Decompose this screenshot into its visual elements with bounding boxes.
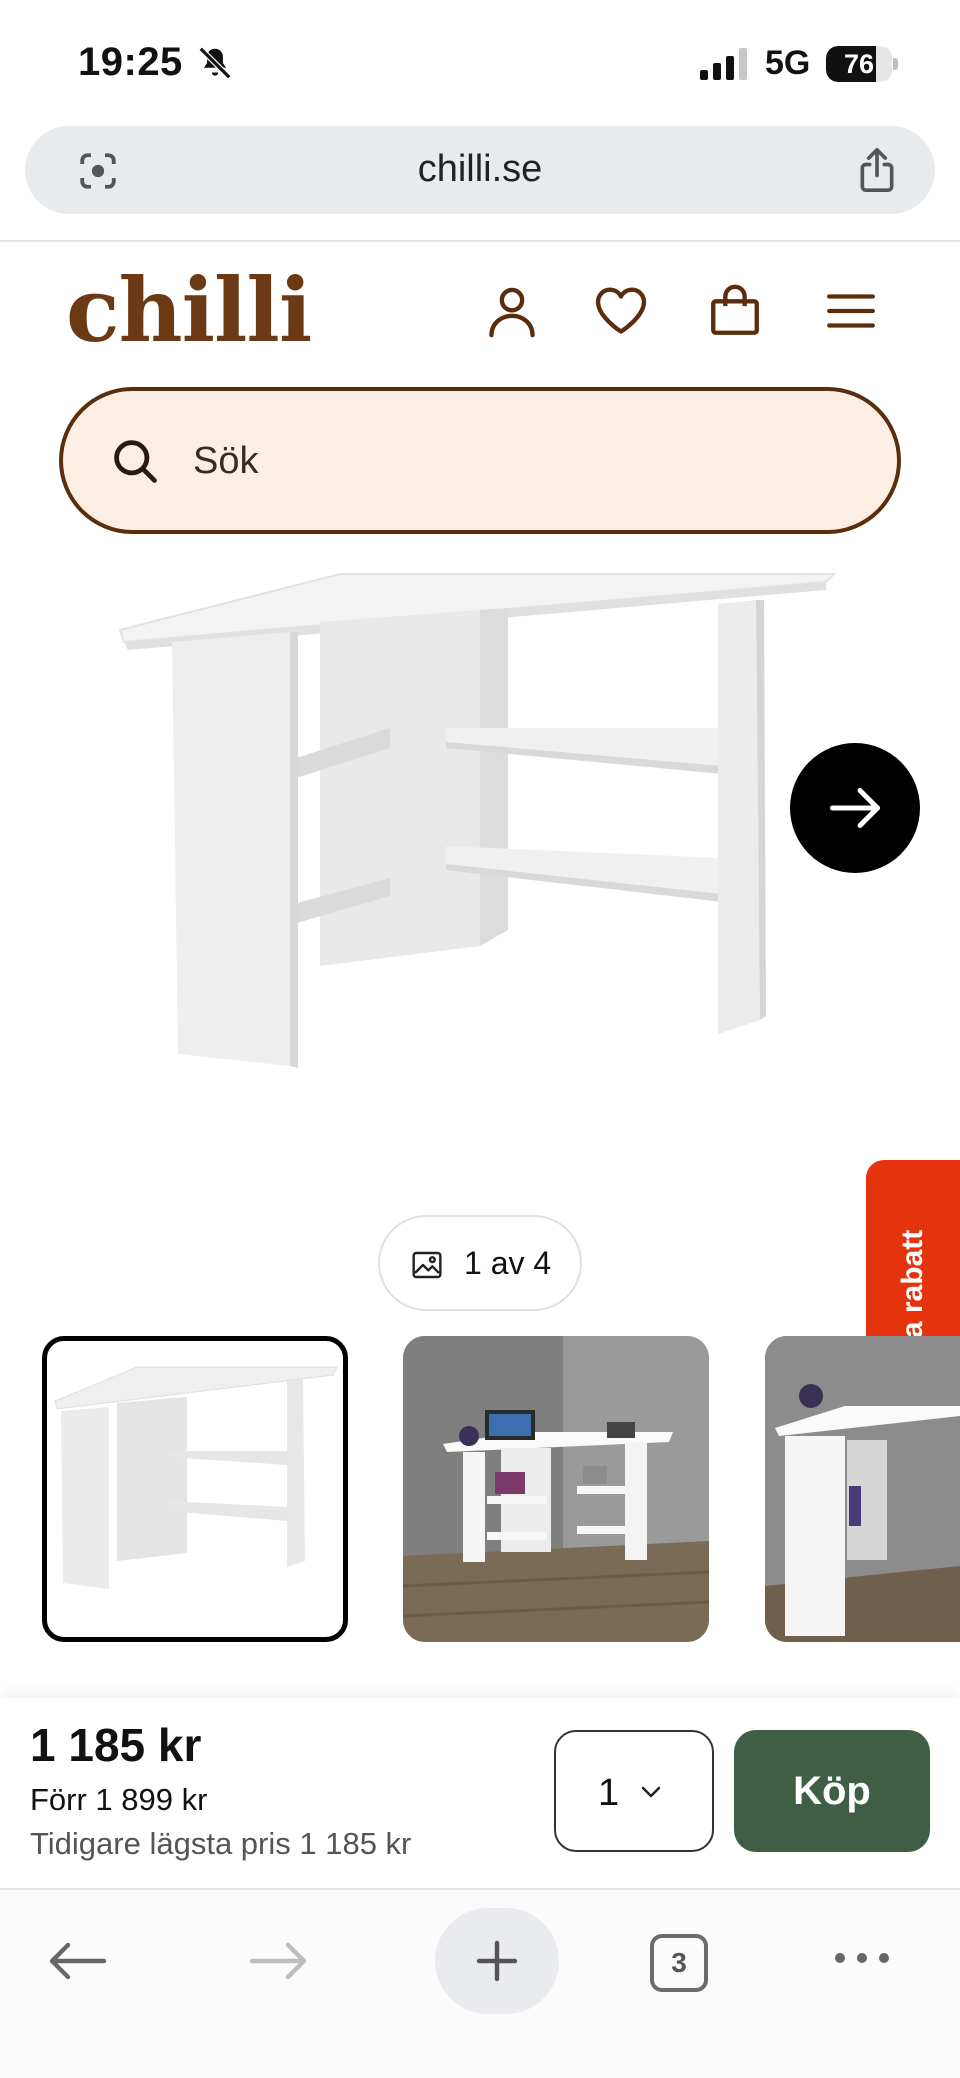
forward-icon[interactable] [248,1940,308,1982]
price-lowest: Tidigare lägsta pris 1 185 kr [30,1826,412,1861]
user-icon[interactable] [483,282,541,340]
search-icon [114,440,157,483]
more-icon[interactable] [832,1948,892,1968]
search-input[interactable] [193,431,833,491]
url-text[interactable]: chilli.se [25,148,935,191]
quantity-value: 1 [598,1772,620,1814]
status-bar: 19:25 5G 76 [0,0,960,120]
search-box[interactable] [59,387,901,534]
thumbnail-2[interactable] [403,1336,709,1642]
quantity-select[interactable]: 1 [554,1730,714,1852]
signal-icon [700,48,747,80]
tabs-button[interactable]: 3 [650,1934,708,1992]
browser-toolbar: 3 [0,1888,960,2078]
new-tab-button[interactable] [435,1908,559,2014]
price-bar: 1 185 kr Förr 1 899 kr Tidigare lägsta p… [0,1698,960,1888]
bell-slash-icon [198,46,232,80]
image-counter[interactable]: 1 av 4 [378,1215,582,1311]
price-previous: Förr 1 899 kr [30,1782,208,1817]
heart-icon[interactable] [592,282,650,340]
image-icon [412,1251,442,1279]
site-logo[interactable]: chilli [66,258,312,362]
status-time: 19:25 [78,40,183,84]
battery-percent: 76 [843,49,875,79]
counter-text: 1 av 4 [464,1245,552,1281]
back-icon[interactable] [48,1940,108,1982]
bag-icon[interactable] [706,282,764,340]
chevron-down-icon [641,1786,661,1798]
price-current: 1 185 kr [30,1719,202,1771]
buy-button[interactable]: Köp [734,1730,930,1852]
url-bar[interactable]: chilli.se [25,126,935,214]
divider [0,240,960,242]
next-image-button[interactable] [790,743,920,873]
thumbnail-3[interactable] [765,1336,960,1642]
thumbnail-1[interactable] [42,1336,348,1642]
share-icon[interactable] [855,146,899,194]
arrow-right-icon [830,788,880,828]
battery-indicator: 76 [826,46,898,82]
product-image[interactable] [100,560,860,1080]
menu-icon[interactable] [822,282,880,340]
plus-icon [476,1940,518,1982]
network-label: 5G [765,44,811,82]
